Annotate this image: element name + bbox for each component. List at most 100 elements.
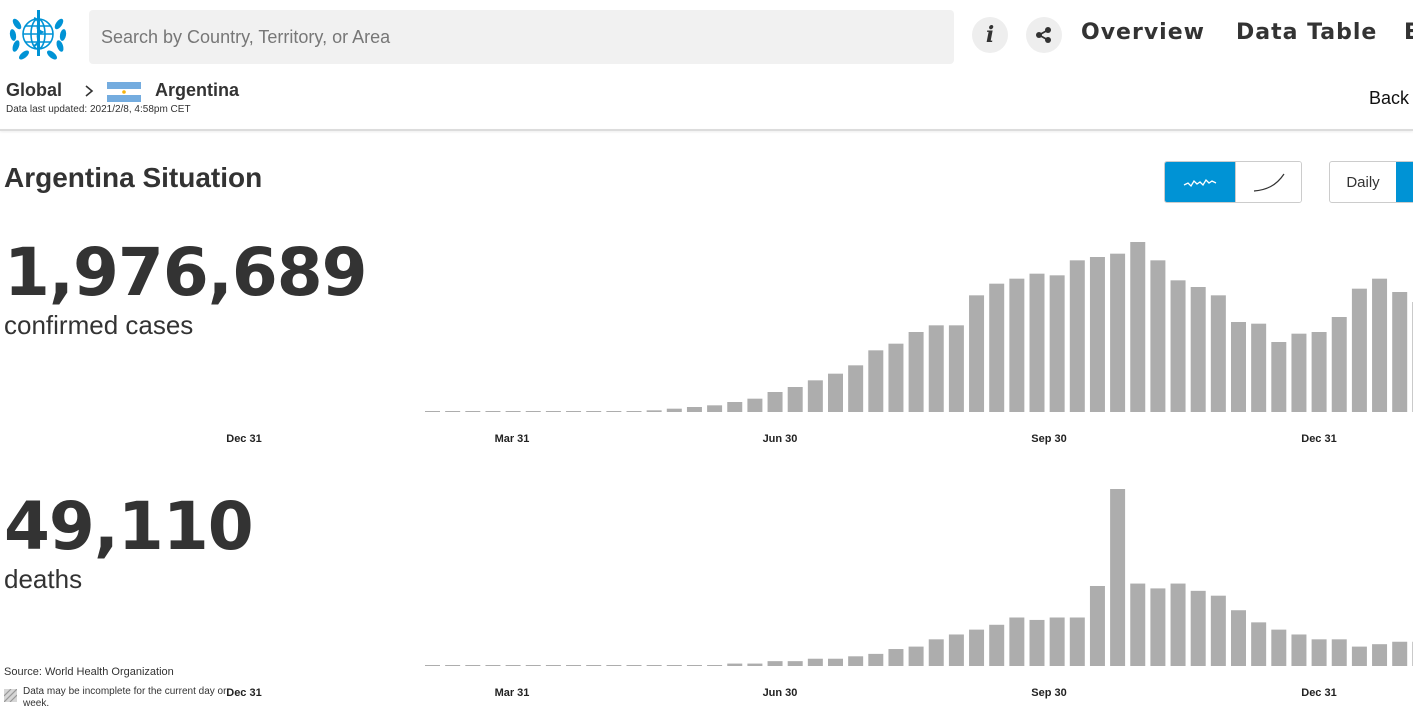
chart-bar[interactable] [606,411,622,412]
chart-bar[interactable] [807,380,823,412]
chart-bar[interactable] [767,661,783,666]
chart-bar[interactable] [525,411,541,412]
chart-bar[interactable] [1150,260,1166,412]
chart-bar[interactable] [465,665,481,666]
chart-bar[interactable] [1271,629,1287,666]
chart-bar[interactable] [848,656,864,666]
chart-bar[interactable] [505,665,521,666]
chart-bar[interactable] [666,665,682,666]
chart-bar[interactable] [948,634,964,666]
chart-bar[interactable] [1231,610,1246,666]
chart-bar[interactable] [1029,619,1045,666]
chart-bar[interactable] [908,646,924,666]
chart-bar[interactable] [1351,646,1367,666]
chart-bar[interactable] [1110,489,1126,666]
bar-mode-button[interactable] [1165,162,1235,202]
chart-bar[interactable] [1210,295,1226,412]
chart-bar[interactable] [445,665,461,666]
chart-bar[interactable] [485,665,501,666]
chart-bar[interactable] [606,665,622,666]
chart-bar[interactable] [505,411,521,412]
chart-bar[interactable] [989,283,1005,412]
chart-bar[interactable] [626,411,642,412]
chart-bar[interactable] [1190,590,1206,666]
chart-bar[interactable] [1392,292,1408,412]
cumulative-mode-button[interactable] [1235,162,1301,202]
who-logo[interactable] [4,4,72,68]
chart-bar[interactable] [969,629,985,666]
chart-bar[interactable] [425,665,440,666]
chart-bar[interactable] [747,398,763,412]
chart-bar[interactable] [989,624,1005,666]
nav-overview[interactable]: Overview [1081,20,1205,45]
chart-bar[interactable] [666,408,682,412]
chart-bar[interactable] [1170,280,1186,412]
chart-bar[interactable] [1291,634,1307,666]
chart-bar[interactable] [1110,253,1126,412]
chart-bar[interactable] [868,350,884,412]
daily-button[interactable]: Daily [1330,162,1396,202]
chart-bar[interactable] [525,665,541,666]
chart-bar[interactable] [1311,332,1327,412]
chart-bar[interactable] [1372,278,1388,412]
chart-bar[interactable] [1351,288,1367,412]
chart-bar[interactable] [1331,317,1347,412]
chart-bar[interactable] [828,373,843,412]
chart-bar[interactable] [707,665,723,666]
chart-bar[interactable] [948,325,964,412]
nav-data-table[interactable]: Data Table [1236,20,1377,45]
chart-bar[interactable] [1089,257,1105,412]
breadcrumb-global-link[interactable]: Global [6,80,62,101]
chart-bar[interactable] [566,411,582,412]
chart-bar[interactable] [1150,588,1166,666]
chart-bar[interactable] [1210,595,1226,666]
chart-bar[interactable] [1049,275,1065,412]
chart-bar[interactable] [1392,641,1408,666]
chart-bar[interactable] [747,663,763,666]
chart-bar[interactable] [787,387,803,412]
chart-bar[interactable] [969,295,985,412]
chart-bar[interactable] [1029,273,1045,412]
chart-bar[interactable] [1009,278,1025,412]
chart-bar[interactable] [1231,322,1246,412]
chart-bar[interactable] [545,665,561,666]
chart-bar[interactable] [727,402,743,412]
chart-bar[interactable] [888,649,904,666]
chart-bar[interactable] [1130,242,1146,412]
chart-bar[interactable] [586,665,602,666]
back-link[interactable]: Back [1369,88,1409,109]
chart-bar[interactable] [1311,639,1327,666]
chart-bar[interactable] [545,411,561,412]
chart-bar[interactable] [1130,583,1146,666]
chart-bar[interactable] [566,665,582,666]
chart-bar[interactable] [928,639,944,666]
chart-bar[interactable] [1291,333,1307,412]
chart-bar[interactable] [626,665,642,666]
chart-bar[interactable] [888,343,904,412]
chart-bar[interactable] [1372,644,1388,666]
chart-bar[interactable] [445,411,461,412]
chart-bar[interactable] [686,665,702,666]
chart-bar[interactable] [707,405,723,412]
chart-bar[interactable] [586,411,602,412]
chart-bar[interactable] [425,411,440,412]
chart-bar[interactable] [767,392,783,412]
chart-bar[interactable] [646,410,662,412]
weekly-button[interactable] [1396,162,1413,202]
chart-bar[interactable] [1009,617,1025,666]
chart-bar[interactable] [485,411,501,412]
search-input[interactable] [89,10,954,64]
share-button[interactable] [1026,17,1062,53]
chart-bar[interactable] [1049,617,1065,666]
chart-bar[interactable] [868,653,884,666]
chart-bar[interactable] [848,365,864,412]
chart-bar[interactable] [1190,287,1206,412]
chart-bar[interactable] [1170,583,1186,666]
chart-bar[interactable] [686,407,702,412]
chart-bar[interactable] [908,332,924,412]
chart-bar[interactable] [1251,323,1267,412]
chart-bar[interactable] [727,663,743,666]
chart-bar[interactable] [1089,585,1105,666]
chart-bar[interactable] [1271,342,1287,412]
chart-bar[interactable] [828,658,843,666]
